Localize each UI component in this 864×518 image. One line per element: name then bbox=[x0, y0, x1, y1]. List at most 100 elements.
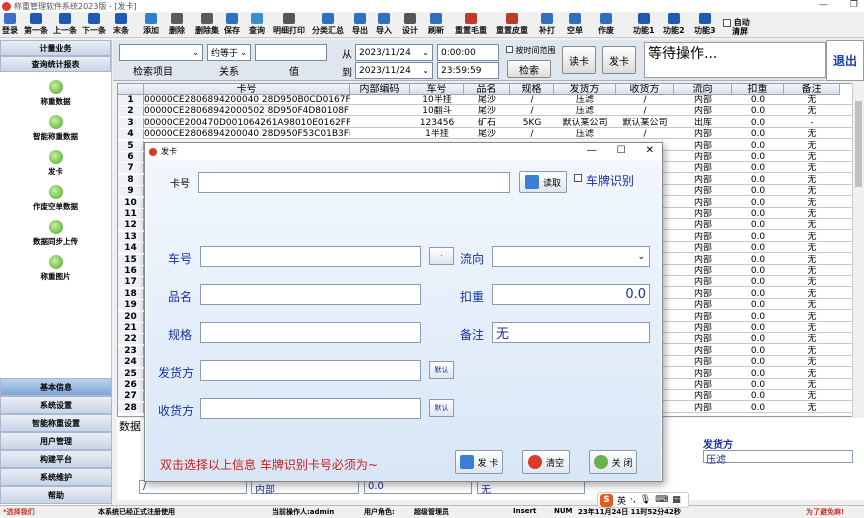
detail-field-2[interactable]: 内部 bbox=[251, 480, 359, 496]
table-cell[interactable]: 无 bbox=[784, 243, 840, 253]
nav-bottom-3[interactable]: 用户管理 bbox=[0, 432, 112, 450]
table-cell[interactable]: 0.0 bbox=[732, 141, 784, 151]
first-record-button[interactable]: 第一条 bbox=[24, 13, 48, 37]
table-cell[interactable]: 内部 bbox=[674, 266, 732, 276]
column-header[interactable]: 收货方 bbox=[616, 84, 674, 95]
table-cell[interactable]: 无 bbox=[784, 369, 840, 379]
nav-item-3[interactable]: 作废空单数据 bbox=[0, 185, 111, 212]
table-row[interactable]: 4 00000CE2806894200040 28D950F53C01B3FF 1半… bbox=[118, 129, 852, 140]
minimize-icon[interactable]: — bbox=[819, 0, 828, 10]
table-cell[interactable]: 无 bbox=[784, 163, 840, 173]
table-cell[interactable]: 内部 bbox=[674, 323, 732, 333]
table-cell[interactable]: 0.0 bbox=[732, 118, 784, 128]
table-cell[interactable]: 内部 bbox=[674, 106, 732, 116]
close-icon[interactable]: ✕ bbox=[646, 145, 654, 156]
maximize-icon[interactable]: ☐ bbox=[617, 145, 626, 156]
from-time-spinner[interactable]: 0:00:00 bbox=[437, 44, 499, 61]
search-button[interactable]: 检索 bbox=[507, 60, 551, 78]
consignor-default-button[interactable]: 默认 bbox=[429, 361, 454, 379]
search-value-input[interactable] bbox=[255, 44, 327, 61]
table-cell[interactable]: 默认某公司 bbox=[616, 118, 674, 128]
table-cell[interactable]: 0.0 bbox=[732, 255, 784, 265]
column-header[interactable]: 流向 bbox=[674, 84, 732, 95]
table-cell[interactable]: 0.0 bbox=[732, 346, 784, 356]
table-cell[interactable]: 尾沙 bbox=[464, 106, 510, 116]
table-cell[interactable]: 无 bbox=[784, 220, 840, 230]
table-cell[interactable]: 0.0 bbox=[732, 243, 784, 253]
table-cell[interactable]: 内部 bbox=[674, 95, 732, 105]
consignee-default-button[interactable]: 默认 bbox=[429, 399, 454, 417]
table-cell[interactable]: 尾沙 bbox=[464, 95, 510, 105]
detail-field-3[interactable]: 0.0 bbox=[364, 480, 472, 494]
export-button[interactable]: 导出 bbox=[352, 13, 368, 37]
table-cell[interactable]: 无 bbox=[784, 403, 840, 413]
table-cell[interactable]: 00000CE2806894200040 28D950F53C01B3FF bbox=[144, 129, 350, 139]
nav-item-5[interactable]: 称重图片 bbox=[0, 255, 111, 282]
table-cell[interactable]: 矿石 bbox=[464, 118, 510, 128]
table-cell[interactable]: 1半挂 bbox=[410, 129, 464, 139]
table-cell[interactable]: 内部 bbox=[674, 198, 732, 208]
table-cell[interactable]: 00000CE200470D001064261A98010E0162FF bbox=[144, 118, 350, 128]
table-cell[interactable]: 0.0 bbox=[732, 106, 784, 116]
search-item-select[interactable]: ⌄ bbox=[119, 44, 203, 61]
table-cell[interactable]: 无 bbox=[784, 323, 840, 333]
prev-record-button[interactable]: 上一条 bbox=[53, 13, 77, 37]
table-cell[interactable]: 内部 bbox=[674, 129, 732, 139]
issue-card-button[interactable]: 发卡 bbox=[602, 46, 636, 74]
nav-bottom-2[interactable]: 智能称重设置 bbox=[0, 414, 112, 432]
void-button[interactable]: 作废 bbox=[598, 13, 614, 37]
table-cell[interactable]: 0.0 bbox=[732, 129, 784, 139]
detail-field-4[interactable]: 无 bbox=[477, 480, 585, 496]
add-button[interactable]: 添加 bbox=[143, 13, 159, 37]
table-cell[interactable]: 无 bbox=[784, 152, 840, 162]
plate-pick-button[interactable]: · bbox=[429, 247, 454, 265]
table-cell[interactable]: 内部 bbox=[674, 232, 732, 242]
nav-bottom-4[interactable]: 构建平台 bbox=[0, 450, 112, 468]
table-cell[interactable]: 0.0 bbox=[732, 300, 784, 310]
table-cell[interactable]: 出库 bbox=[674, 118, 732, 128]
nav-item-0[interactable]: 称重数据 bbox=[0, 80, 111, 107]
table-cell[interactable]: 0.0 bbox=[732, 380, 784, 390]
table-cell[interactable]: / bbox=[510, 106, 554, 116]
column-header[interactable]: 发货方 bbox=[554, 84, 616, 95]
table-cell[interactable]: - bbox=[784, 118, 840, 128]
remark-input[interactable]: 无 bbox=[492, 322, 650, 343]
table-cell[interactable]: 内部 bbox=[674, 289, 732, 299]
table-cell[interactable]: 无 bbox=[784, 232, 840, 242]
table-cell[interactable]: 内部 bbox=[674, 403, 732, 413]
login-button[interactable]: 登录 bbox=[2, 13, 18, 37]
table-cell[interactable]: 0.0 bbox=[732, 220, 784, 230]
table-cell[interactable]: 无 bbox=[784, 289, 840, 299]
table-cell[interactable]: 无 bbox=[784, 300, 840, 310]
nav-bottom-0[interactable]: 基本信息 bbox=[0, 378, 112, 396]
table-cell[interactable]: 内部 bbox=[674, 334, 732, 344]
dialog-issue-button[interactable]: 发 卡 bbox=[455, 450, 503, 474]
table-cell[interactable]: 无 bbox=[784, 198, 840, 208]
dialog-clear-button[interactable]: 清空 bbox=[522, 450, 570, 474]
table-cell[interactable]: 无 bbox=[784, 106, 840, 116]
to-date-picker[interactable]: 2023/11/24 ⌄ bbox=[355, 62, 433, 79]
table-cell[interactable]: / bbox=[616, 95, 674, 105]
ime-toolbar[interactable]: S 英 ·, 🎙 ⌨ ▦ bbox=[597, 492, 689, 508]
query-button[interactable]: 查询 bbox=[249, 13, 265, 37]
delete-button[interactable]: 删除 bbox=[169, 13, 185, 37]
save-button[interactable]: 保存 bbox=[224, 13, 240, 37]
table-cell[interactable]: 00000CE28068942000502 8D950F4D80108FF bbox=[144, 106, 350, 116]
table-cell[interactable]: 内部 bbox=[674, 357, 732, 367]
table-cell[interactable]: 内部 bbox=[674, 243, 732, 253]
table-cell[interactable]: 内部 bbox=[674, 369, 732, 379]
keyboard-icon[interactable]: ⌨ bbox=[655, 495, 668, 505]
grid-icon[interactable]: ▦ bbox=[672, 495, 681, 505]
exit-button[interactable]: 退出 bbox=[826, 40, 864, 81]
table-cell[interactable]: 压滤 bbox=[554, 129, 616, 139]
table-row[interactable]: 2 00000CE28068942000502 8D950F4D80108FF 10… bbox=[118, 106, 852, 117]
table-cell[interactable]: 内部 bbox=[674, 391, 732, 401]
scrollbar-thumb[interactable] bbox=[855, 101, 862, 187]
table-cell[interactable]: 压滤 bbox=[554, 95, 616, 105]
table-cell[interactable]: 内部 bbox=[674, 312, 732, 322]
refresh-button[interactable]: 刷新 bbox=[428, 13, 444, 37]
table-cell[interactable]: / bbox=[616, 129, 674, 139]
auto-clear-toggle[interactable]: 自动 清屏 bbox=[723, 18, 750, 36]
nav-bottom-5[interactable]: 系统维护 bbox=[0, 468, 112, 486]
design-button[interactable]: 设计 bbox=[402, 13, 418, 37]
